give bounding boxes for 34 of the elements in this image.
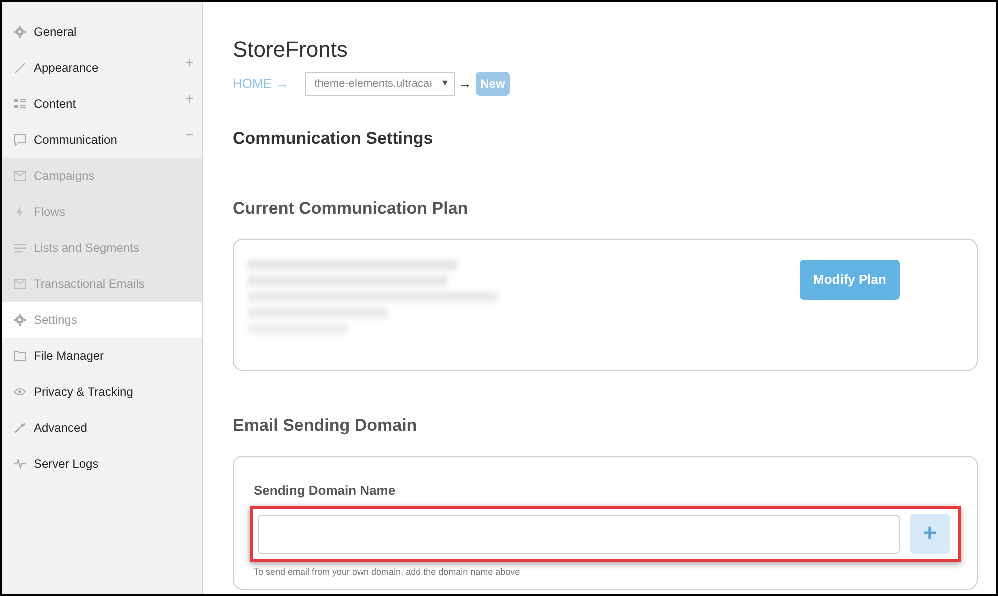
- expand-toggle[interactable]: +: [185, 56, 194, 71]
- store-select[interactable]: theme-elements.ultracaı ▼: [304, 72, 455, 96]
- sidebar-item[interactable]: Campaigns: [2, 158, 202, 194]
- envelope-icon: [14, 279, 26, 289]
- help-text: To send email from your own domain, add the domain name above: [254, 566, 522, 579]
- domain-input-field[interactable]: [258, 514, 900, 554]
- sidebar-item[interactable]: Flows: [2, 194, 202, 230]
- modify-plan-button[interactable]: Modify Plan: [800, 260, 900, 300]
- sidebar-item[interactable]: Lists and Segments: [2, 230, 202, 266]
- new-badge[interactable]: New: [476, 72, 510, 96]
- sidebar-item[interactable]: Settings: [2, 302, 202, 338]
- list-icon: [14, 98, 26, 110]
- breadcrumb-arrow: →: [458, 75, 472, 94]
- gear-icon: [14, 26, 26, 38]
- sidebar-item[interactable]: Transactional Emails: [2, 266, 202, 302]
- brush-icon: [14, 62, 26, 74]
- home-link[interactable]: HOME →: [233, 74, 289, 94]
- folder-icon: [14, 351, 26, 361]
- section-heading: Email Sending Domain: [233, 415, 418, 437]
- add-button[interactable]: +: [910, 514, 950, 554]
- chat-bubble-icon: [14, 134, 26, 146]
- section-heading: Current Communication Plan: [233, 198, 470, 220]
- eye-icon: [14, 388, 26, 396]
- page-title: StoreFronts: [233, 36, 349, 64]
- gear-icon: [14, 314, 26, 326]
- expand-toggle[interactable]: +: [185, 92, 194, 107]
- expand-toggle[interactable]: −: [185, 128, 194, 143]
- lines-icon: [14, 244, 26, 252]
- caret-icon: ▼: [440, 77, 450, 91]
- pulse-icon: [14, 459, 26, 469]
- envelope-icon: [14, 171, 26, 181]
- lightning-icon: [16, 206, 24, 218]
- field-label: Sending Domain Name: [254, 482, 397, 500]
- section-heading: Communication Settings: [233, 128, 434, 150]
